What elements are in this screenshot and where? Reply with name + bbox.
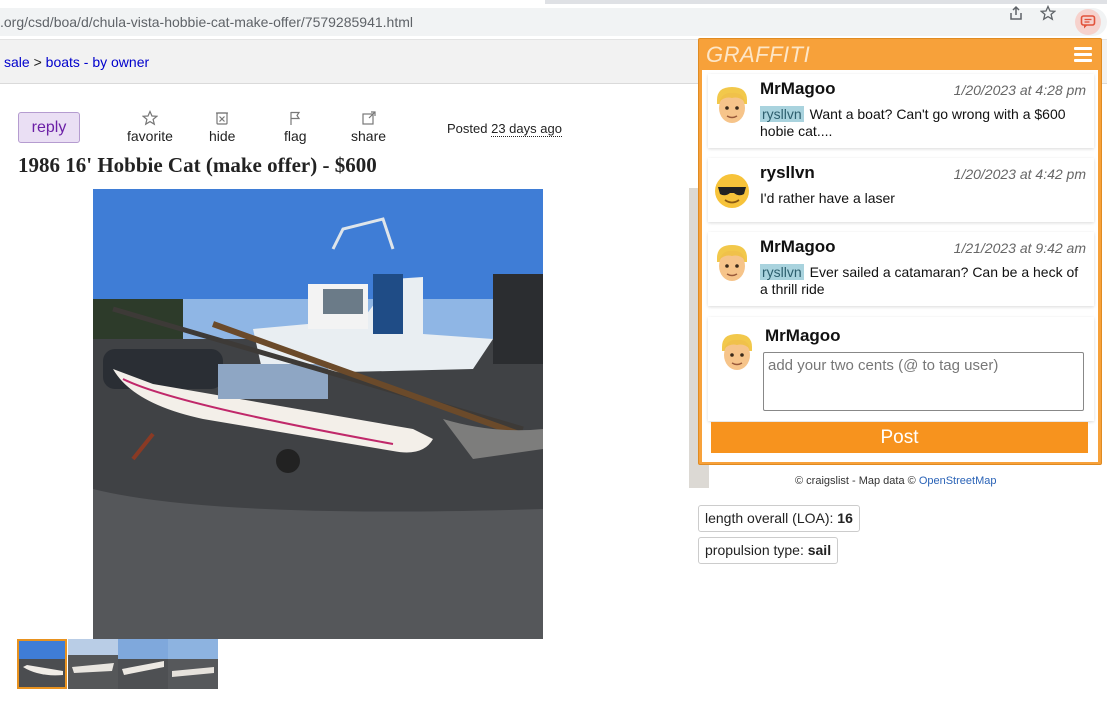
breadcrumb-separator: > bbox=[33, 54, 42, 70]
reply-button[interactable]: reply bbox=[18, 112, 80, 143]
comment-text: rysllvn Ever sailed a catamaran? Can be a… bbox=[760, 264, 1085, 298]
sunglasses-face-avatar bbox=[713, 168, 751, 210]
main-photo[interactable] bbox=[93, 189, 543, 639]
openstreetmap-link[interactable]: OpenStreetMap bbox=[919, 475, 997, 487]
comment-body: Want a boat? Can't go wrong with a $600 … bbox=[760, 106, 1066, 139]
address-bar[interactable]: .org/csd/boa/d/chula-vista-hobbie-cat-ma… bbox=[0, 8, 1107, 36]
comment-timestamp: 1/21/2023 at 9:42 am bbox=[953, 240, 1086, 256]
comment-input[interactable] bbox=[763, 352, 1084, 411]
user-tag[interactable]: rysllvn bbox=[760, 106, 804, 122]
hide-button[interactable]: hide bbox=[209, 110, 235, 144]
breadcrumb-boats-by-owner[interactable]: boats - by owner bbox=[46, 54, 150, 70]
hamburger-menu-icon[interactable] bbox=[1074, 47, 1094, 63]
thumbnail-4[interactable] bbox=[168, 639, 218, 689]
attribute-loa-label: length overall (LOA): bbox=[705, 510, 834, 526]
blond-person-avatar bbox=[713, 242, 751, 284]
thumbnail-3[interactable] bbox=[118, 639, 168, 689]
comment-card: rysllvn 1/20/2023 at 4:42 pm I'd rather … bbox=[708, 158, 1094, 222]
flag-button[interactable]: flag bbox=[284, 110, 307, 144]
posting-title: 1986 16' Hobbie Cat (make offer) - $600 bbox=[18, 153, 377, 177]
flag-label: flag bbox=[284, 128, 307, 144]
share-label: share bbox=[351, 128, 387, 144]
graffiti-header: GRAFFITI bbox=[699, 39, 1101, 70]
flag-icon bbox=[284, 110, 307, 128]
thumbnail-2[interactable] bbox=[68, 639, 118, 689]
url-text[interactable]: .org/csd/boa/d/chula-vista-hobbie-cat-ma… bbox=[0, 14, 413, 30]
comment-username: MrMagoo bbox=[760, 237, 836, 256]
active-tab[interactable] bbox=[0, 0, 545, 4]
hide-icon bbox=[209, 110, 235, 128]
breadcrumb: sale > boats - by owner bbox=[4, 54, 149, 70]
browser-toolbar: .org/csd/boa/d/chula-vista-hobbie-cat-ma… bbox=[0, 0, 1107, 40]
posted-ago[interactable]: 23 days ago bbox=[491, 121, 562, 137]
attribute-loa: length overall (LOA): 16 bbox=[698, 505, 860, 532]
url-host: .org bbox=[0, 14, 25, 30]
star-icon bbox=[127, 110, 173, 128]
post-button[interactable]: Post bbox=[711, 422, 1088, 453]
hide-label: hide bbox=[209, 128, 236, 144]
share-button[interactable]: share bbox=[351, 110, 386, 144]
comment-timestamp: 1/20/2023 at 4:28 pm bbox=[953, 82, 1086, 98]
blond-person-avatar bbox=[713, 84, 751, 126]
map-credit: © craigslist - Map data © OpenStreetMap bbox=[795, 475, 996, 487]
composer-username: MrMagoo bbox=[765, 326, 841, 345]
posted-label: Posted bbox=[447, 121, 488, 136]
comment-body: I'd rather have a laser bbox=[760, 190, 895, 206]
graffiti-panel: GRAFFITI MrMagoo 1/20/2023 at 4:28 pm ry… bbox=[698, 38, 1102, 465]
comment-text: I'd rather have a laser bbox=[760, 190, 1085, 207]
share-icon bbox=[351, 110, 386, 128]
comment-composer: MrMagoo bbox=[708, 317, 1094, 421]
graffiti-extension-icon[interactable] bbox=[1075, 9, 1101, 35]
url-path: /csd/boa/d/chula-vista-hobbie-cat-make-o… bbox=[24, 14, 413, 30]
comment-username: rysllvn bbox=[760, 163, 815, 182]
attribute-propulsion-label: propulsion type: bbox=[705, 542, 804, 558]
thumbnail-1[interactable] bbox=[17, 639, 67, 689]
favorite-button[interactable]: favorite bbox=[127, 110, 173, 144]
comment-card: MrMagoo 1/20/2023 at 4:28 pm rysllvn Want… bbox=[708, 74, 1094, 148]
posted-date: Posted 23 days ago bbox=[447, 121, 562, 137]
user-tag[interactable]: rysllvn bbox=[760, 264, 804, 280]
graffiti-brand: GRAFFITI bbox=[706, 42, 811, 67]
attribute-propulsion: propulsion type: sail bbox=[698, 537, 839, 564]
breadcrumb-sale[interactable]: sale bbox=[4, 54, 30, 70]
bookmark-star-icon[interactable] bbox=[1039, 4, 1057, 23]
comment-timestamp: 1/20/2023 at 4:42 pm bbox=[953, 166, 1086, 182]
attribute-propulsion-value: sail bbox=[807, 542, 832, 558]
favorite-label: favorite bbox=[127, 128, 173, 144]
comment-text: rysllvn Want a boat? Can't go wrong with … bbox=[760, 106, 1085, 140]
blond-person-avatar bbox=[718, 331, 756, 373]
share-icon[interactable] bbox=[1007, 5, 1025, 23]
map-credit-text: © craigslist - Map data © bbox=[795, 475, 916, 487]
attribute-loa-value: 16 bbox=[837, 510, 853, 526]
comment-username: MrMagoo bbox=[760, 79, 836, 98]
graffiti-body: MrMagoo 1/20/2023 at 4:28 pm rysllvn Want… bbox=[702, 70, 1098, 462]
comment-body: Ever sailed a catamaran? Can be a heck o… bbox=[760, 264, 1079, 297]
tab-strip bbox=[0, 0, 1107, 4]
comment-card: MrMagoo 1/21/2023 at 9:42 am rysllvn Ever… bbox=[708, 232, 1094, 306]
